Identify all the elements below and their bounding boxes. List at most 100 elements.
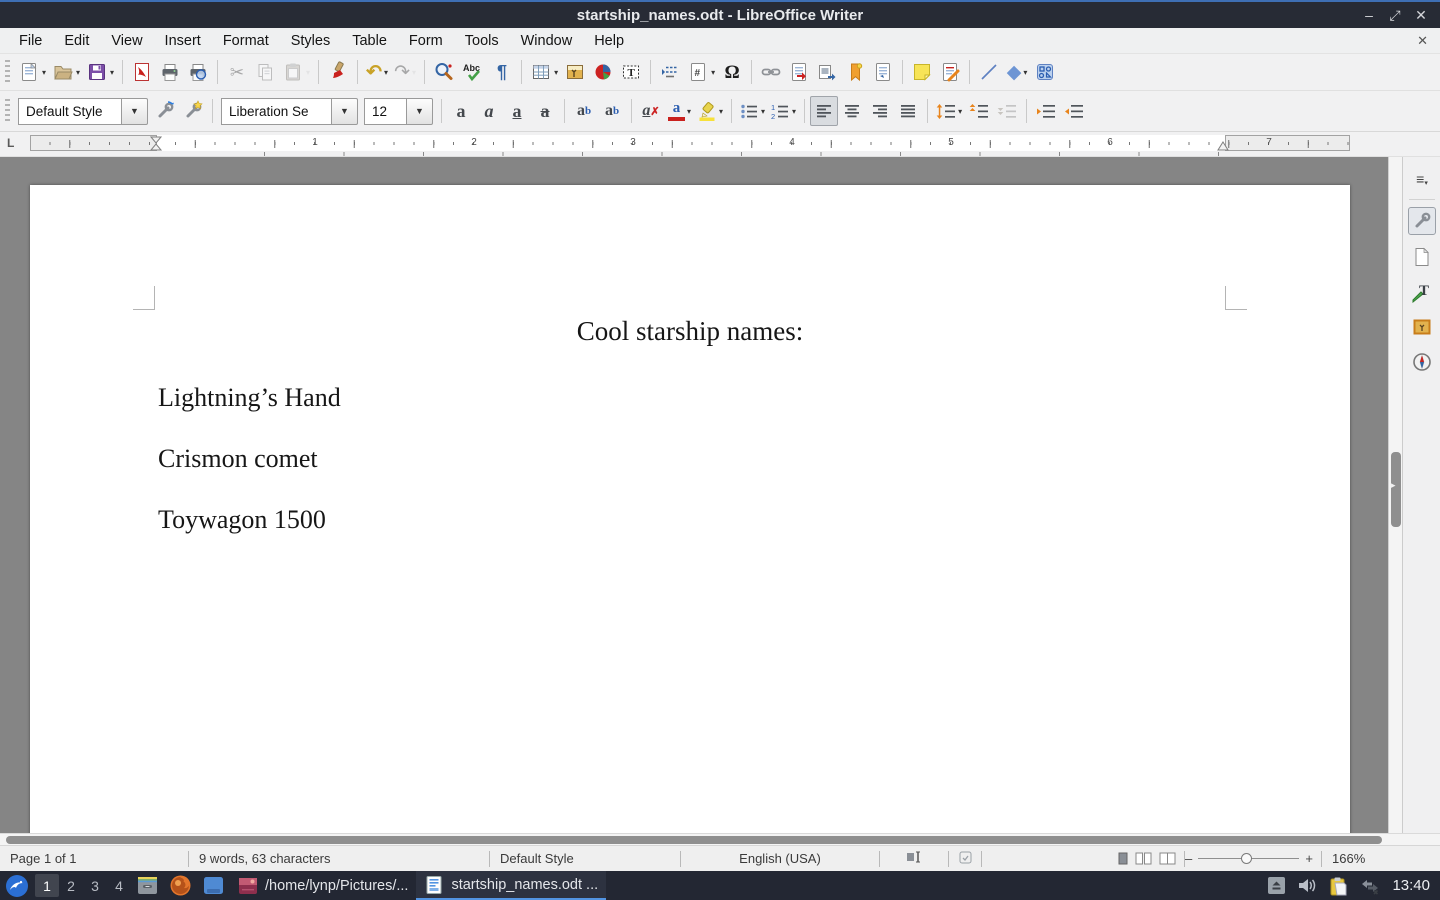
align-center-button[interactable] — [838, 96, 866, 126]
sidebar-tab-properties[interactable] — [1408, 207, 1436, 235]
decrease-indent-button[interactable] — [1060, 96, 1088, 126]
bullet-list-dropdown[interactable]: ▾ — [761, 107, 765, 116]
toolbar-grip[interactable] — [5, 99, 10, 123]
insert-table-dropdown[interactable]: ▾ — [554, 68, 558, 77]
restore-button[interactable]: ⤢ — [1382, 7, 1408, 24]
export-pdf-button[interactable] — [128, 57, 156, 87]
document-paragraph[interactable]: Crismon comet — [158, 444, 318, 474]
workspace-3[interactable]: 3 — [83, 874, 107, 897]
highlight-color-button[interactable]: ▾ — [694, 96, 726, 126]
new-document-dropdown[interactable]: ▾ — [42, 68, 46, 77]
font-name-combo[interactable]: ▼ — [221, 98, 358, 125]
underline-button[interactable]: a — [503, 96, 531, 126]
window-app-icon[interactable] — [202, 874, 225, 897]
insert-line-button[interactable] — [975, 57, 1003, 87]
insert-page-break-button[interactable] — [785, 57, 813, 87]
paragraph-style-combo[interactable]: ▼ — [18, 98, 148, 125]
volume-icon[interactable] — [1298, 877, 1317, 894]
applications-menu-button[interactable] — [5, 874, 29, 898]
status-insert-mode[interactable] — [880, 851, 948, 866]
document-paragraph[interactable]: Lightning’s Hand — [158, 383, 341, 413]
find-replace-button[interactable] — [430, 57, 458, 87]
firefox-icon[interactable] — [169, 874, 192, 897]
multi-page-view-icon[interactable] — [1135, 852, 1152, 865]
tab-stop-selector[interactable]: L — [7, 136, 14, 150]
numbered-list-dropdown[interactable]: ▾ — [792, 107, 796, 116]
status-zoom-level[interactable]: 166% — [1322, 851, 1374, 866]
insert-chart-button[interactable] — [589, 57, 617, 87]
menu-edit[interactable]: Edit — [53, 30, 100, 52]
italic-button[interactable]: a — [475, 96, 503, 126]
strikethrough-button[interactable]: a — [531, 96, 559, 126]
highlight-color-dropdown[interactable]: ▾ — [719, 107, 723, 116]
status-page-number[interactable]: Page 1 of 1 — [0, 851, 188, 866]
zoom-in-button[interactable]: + — [1305, 851, 1313, 866]
font-size-combo[interactable]: ▼ — [364, 98, 433, 125]
bold-button[interactable]: a — [447, 96, 475, 126]
horizontal-scrollbar-thumb[interactable] — [6, 836, 1382, 844]
menu-view[interactable]: View — [100, 30, 153, 52]
save-button[interactable]: ▾ — [83, 57, 117, 87]
decrease-paragraph-spacing-button[interactable] — [993, 96, 1021, 126]
increase-indent-button[interactable] — [1032, 96, 1060, 126]
clock[interactable]: 13:40 — [1392, 877, 1430, 894]
open-button[interactable]: ▾ — [49, 57, 83, 87]
document-heading[interactable]: Cool starship names: — [155, 316, 1225, 347]
document-page[interactable]: Cool starship names: Lightning’s Hand Cr… — [30, 185, 1350, 833]
close-button[interactable]: ✕ — [1408, 7, 1434, 24]
increase-paragraph-spacing-button[interactable] — [965, 96, 993, 126]
menu-window[interactable]: Window — [510, 30, 584, 52]
new-style-button[interactable] — [179, 96, 207, 126]
sidebar-settings-button[interactable]: ≡▾ — [1408, 165, 1436, 193]
open-dropdown[interactable]: ▾ — [76, 68, 80, 77]
font-size-dropdown[interactable]: ▼ — [406, 98, 433, 125]
insert-text-box-button[interactable]: T — [617, 57, 645, 87]
paste-dropdown[interactable]: ▾ — [306, 68, 310, 77]
menu-format[interactable]: Format — [212, 30, 280, 52]
menu-table[interactable]: Table — [341, 30, 398, 52]
close-document-icon[interactable]: ✕ — [1417, 33, 1428, 49]
zoom-slider-handle[interactable] — [1241, 853, 1252, 864]
align-left-button[interactable] — [810, 96, 838, 126]
bullet-list-button[interactable]: ▾ — [737, 96, 768, 126]
zoom-slider[interactable]: – + — [1185, 851, 1313, 866]
paragraph-style-input[interactable] — [18, 98, 121, 125]
document-paragraph[interactable]: Toywagon 1500 — [158, 505, 326, 535]
track-changes-button[interactable] — [936, 57, 964, 87]
new-document-button[interactable]: ▾ — [15, 57, 49, 87]
paragraph-style-dropdown[interactable]: ▼ — [121, 98, 148, 125]
print-button[interactable] — [156, 57, 184, 87]
clipboard-icon[interactable] — [1329, 876, 1348, 896]
zoom-out-button[interactable]: – — [1185, 851, 1192, 866]
menu-styles[interactable]: Styles — [280, 30, 342, 52]
status-word-count[interactable]: 9 words, 63 characters — [189, 851, 489, 866]
insert-page-number-button[interactable]: # ▾ — [684, 57, 718, 87]
sidebar-tab-navigator[interactable] — [1408, 348, 1436, 376]
horizontal-scrollbar[interactable] — [0, 833, 1440, 845]
paste-button[interactable]: ▾ — [279, 57, 313, 87]
sidebar-tab-page[interactable] — [1408, 243, 1436, 271]
single-page-view-icon[interactable] — [1118, 852, 1128, 865]
line-spacing-dropdown[interactable]: ▾ — [958, 107, 962, 116]
numbered-list-button[interactable]: 12 ▾ — [768, 96, 799, 126]
align-right-button[interactable] — [866, 96, 894, 126]
menu-tools[interactable]: Tools — [454, 30, 510, 52]
insert-table-button[interactable]: ▾ — [527, 57, 561, 87]
font-color-dropdown[interactable]: ▾ — [687, 107, 691, 116]
menu-insert[interactable]: Insert — [154, 30, 212, 52]
justify-button[interactable] — [894, 96, 922, 126]
workspace-2[interactable]: 2 — [59, 874, 83, 897]
status-selection-mode[interactable] — [949, 851, 981, 867]
basic-shapes-dropdown[interactable]: ▾ — [1023, 68, 1027, 77]
clone-formatting-button[interactable] — [324, 57, 352, 87]
superscript-button[interactable]: ab — [570, 96, 598, 126]
insert-frame-button[interactable] — [813, 57, 841, 87]
book-view-icon[interactable] — [1159, 852, 1176, 865]
clear-formatting-button[interactable]: a✗ — [637, 96, 665, 126]
menu-form[interactable]: Form — [398, 30, 454, 52]
status-paragraph-style[interactable]: Default Style — [490, 851, 680, 866]
cut-button[interactable]: ✂ — [223, 57, 251, 87]
line-spacing-button[interactable]: ▾ — [933, 96, 965, 126]
left-indent-marker[interactable] — [150, 136, 162, 151]
font-size-input[interactable] — [364, 98, 406, 125]
